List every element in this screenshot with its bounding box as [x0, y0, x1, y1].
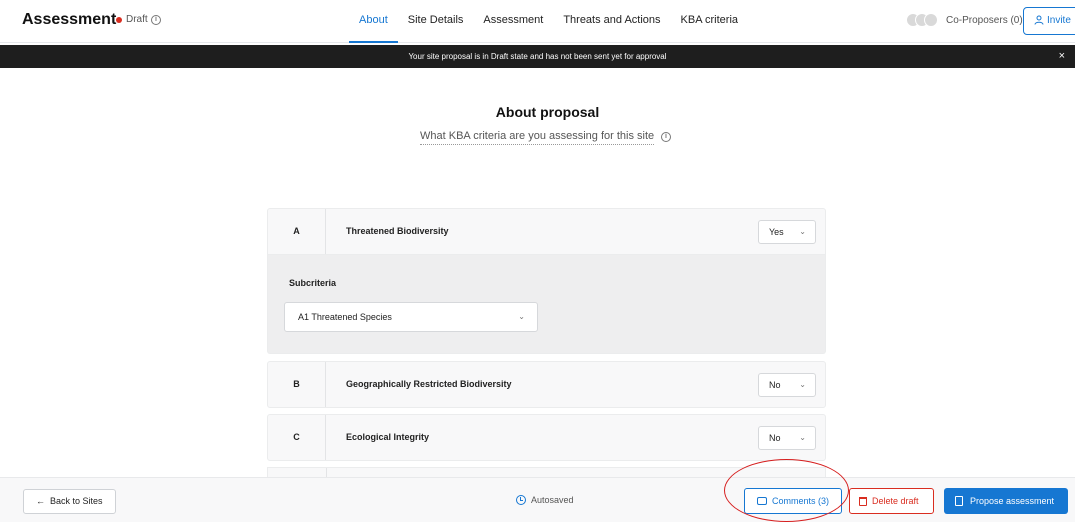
- delete-draft-button[interactable]: Delete draft: [849, 488, 934, 514]
- arrow-left-icon: ←: [36, 496, 45, 506]
- comment-icon: [757, 497, 767, 505]
- tab-about[interactable]: About: [349, 0, 398, 43]
- coproposer-avatars: [906, 13, 942, 27]
- draft-status-label: Draft: [126, 14, 148, 25]
- clock-icon: [516, 495, 526, 505]
- criterion-row-a: A Threatened Biodiversity Yes ⌄: [267, 208, 826, 255]
- subcriteria-select[interactable]: A1 Threatened Species ⌄: [284, 302, 538, 332]
- select-value: Yes: [769, 227, 784, 237]
- tab-assessment[interactable]: Assessment: [473, 0, 553, 43]
- propose-assessment-button[interactable]: Propose assessment: [944, 488, 1068, 514]
- close-icon[interactable]: ×: [1059, 45, 1065, 68]
- criterion-b-select[interactable]: No ⌄: [758, 373, 816, 397]
- criterion-letter: C: [268, 415, 326, 460]
- tab-threats-and-actions[interactable]: Threats and Actions: [553, 0, 670, 43]
- comments-button[interactable]: Comments (3): [744, 488, 842, 514]
- select-value: No: [769, 380, 781, 390]
- info-icon[interactable]: i: [151, 15, 161, 25]
- draft-status-dot: [116, 17, 122, 23]
- criterion-name: Ecological Integrity: [346, 432, 430, 442]
- select-value: No: [769, 433, 781, 443]
- avatar: [924, 13, 938, 27]
- propose-label: Propose assessment: [970, 496, 1055, 506]
- chevron-down-icon: ⌄: [799, 433, 806, 442]
- comments-label: Comments (3): [772, 496, 830, 506]
- select-value: A1 Threatened Species: [298, 312, 392, 322]
- footer-bar: ← Back to Sites Autosaved Comments (3) D…: [0, 477, 1075, 522]
- info-icon[interactable]: i: [661, 132, 671, 142]
- back-to-sites-button[interactable]: ← Back to Sites: [23, 489, 116, 514]
- criterion-row-c: C Ecological Integrity No ⌄: [267, 414, 826, 461]
- criterion-name: Threatened Biodiversity: [346, 226, 449, 236]
- tab-kba-criteria[interactable]: KBA criteria: [671, 0, 748, 43]
- section-subtitle: What KBA criteria are you assessing for …: [420, 130, 655, 145]
- coproposers-label[interactable]: Co-Proposers (0): [946, 15, 1023, 26]
- subcriteria-panel: Subcriteria A1 Threatened Species ⌄: [267, 255, 826, 354]
- subcriteria-label: Subcriteria: [289, 278, 337, 288]
- autosaved-status: Autosaved: [531, 495, 574, 505]
- criterion-a-select[interactable]: Yes ⌄: [758, 220, 816, 244]
- page-title: Assessment: [22, 11, 117, 28]
- criterion-c-select[interactable]: No ⌄: [758, 426, 816, 450]
- criterion-letter: A: [268, 209, 326, 254]
- delete-label: Delete draft: [872, 496, 919, 506]
- user-icon: [1034, 15, 1044, 25]
- top-header: Assessment Draft i About Site Details As…: [0, 0, 1075, 43]
- criterion-letter: B: [268, 362, 326, 407]
- invite-label: Invite: [1047, 15, 1071, 26]
- criterion-row-b: B Geographically Restricted Biodiversity…: [267, 361, 826, 408]
- draft-banner: Your site proposal is in Draft state and…: [0, 45, 1075, 68]
- trash-icon: [859, 497, 867, 506]
- banner-text: Your site proposal is in Draft state and…: [408, 52, 667, 61]
- section-title: About proposal: [495, 104, 600, 120]
- tab-bar: About Site Details Assessment Threats an…: [349, 0, 748, 43]
- chevron-down-icon: ⌄: [518, 312, 525, 321]
- chevron-down-icon: ⌄: [799, 227, 806, 236]
- tab-site-details[interactable]: Site Details: [398, 0, 474, 43]
- chevron-down-icon: ⌄: [799, 380, 806, 389]
- document-icon: [955, 496, 963, 506]
- back-label: Back to Sites: [50, 496, 103, 506]
- invite-button[interactable]: Invite: [1023, 7, 1075, 35]
- criterion-name: Geographically Restricted Biodiversity: [346, 379, 512, 389]
